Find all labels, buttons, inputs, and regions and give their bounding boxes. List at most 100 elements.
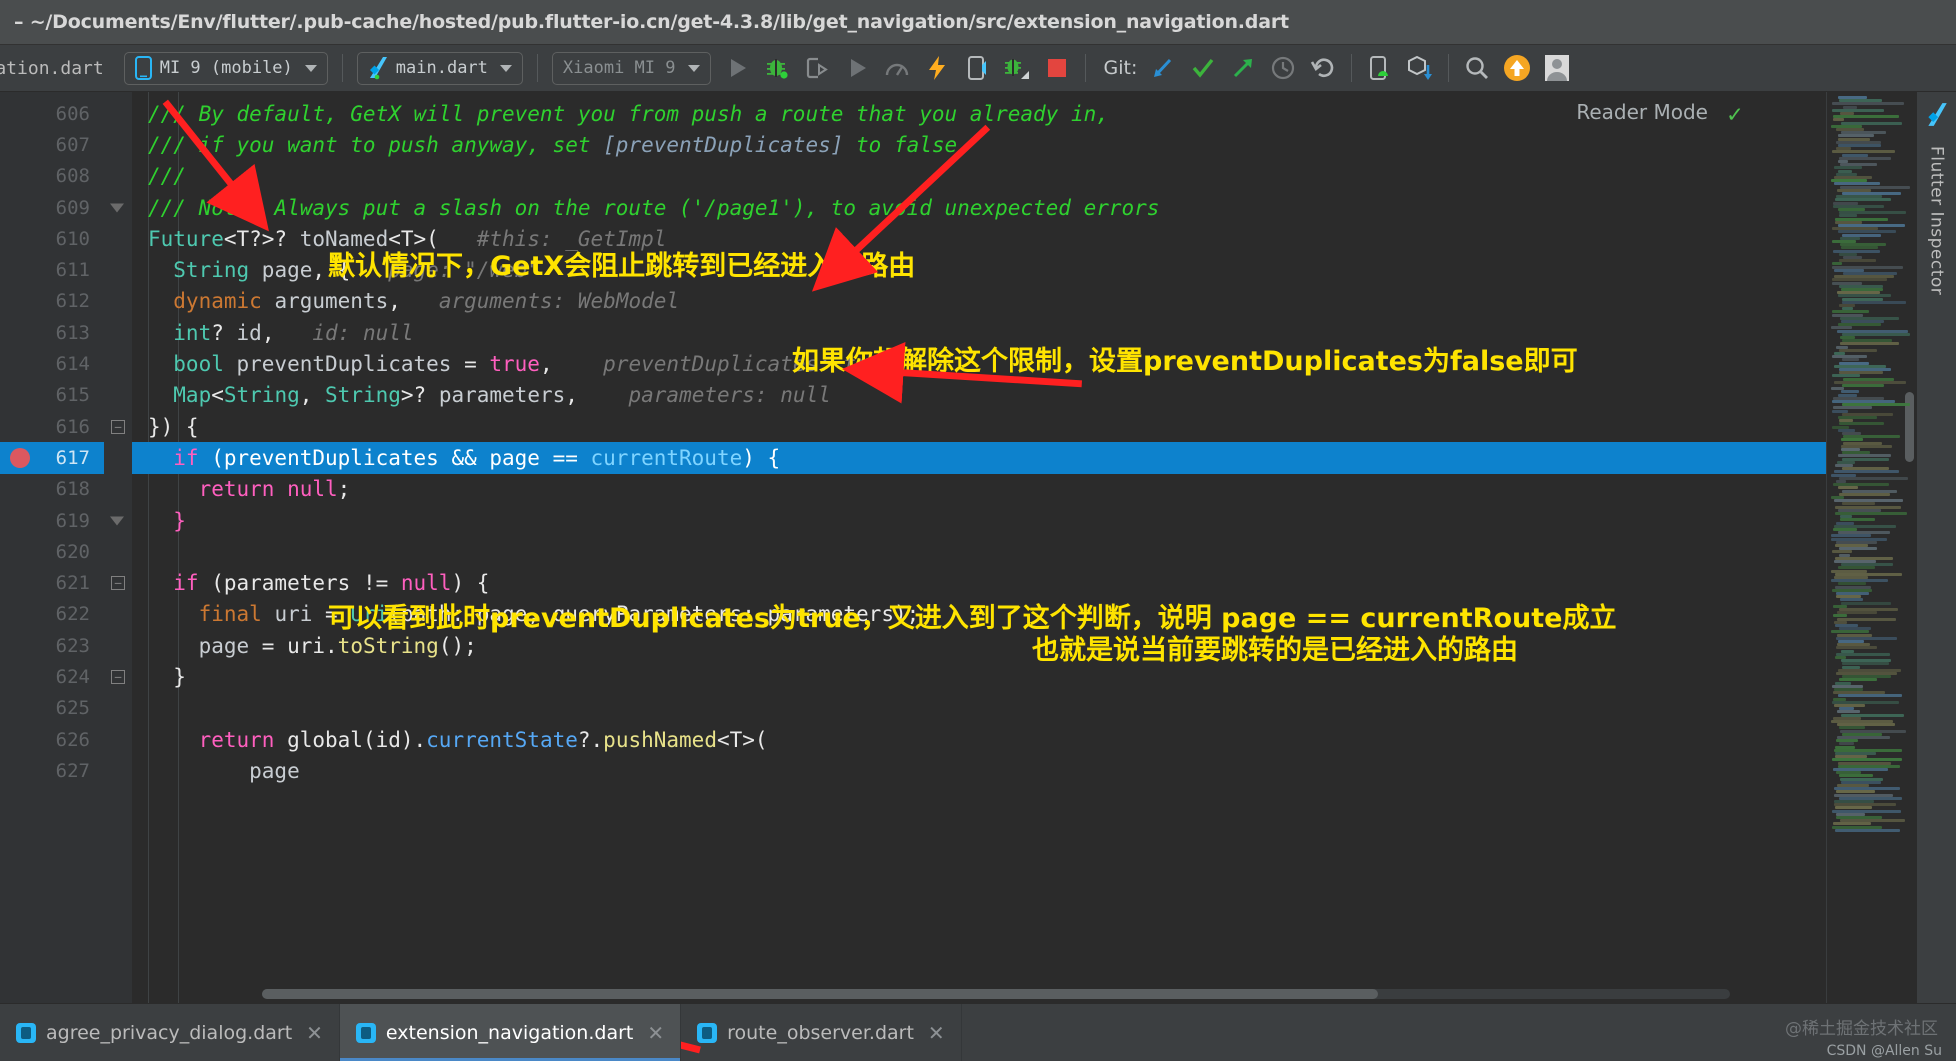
inspections-ok-icon[interactable]: ✓ (1728, 100, 1742, 128)
fold-marker-slot (104, 129, 132, 160)
line-number[interactable]: 608 (0, 161, 104, 192)
open-devtools-icon[interactable] (960, 51, 994, 85)
code-line[interactable]: return global(id).currentState?.pushName… (132, 724, 1826, 755)
code-token: bool (148, 352, 224, 376)
git-update-icon[interactable] (1146, 51, 1180, 85)
line-number[interactable]: 625 (0, 693, 104, 724)
code-line[interactable]: /// if you want to push anyway, set [pre… (132, 129, 1826, 160)
horizontal-scrollbar-thumb[interactable] (262, 989, 1378, 999)
code-line[interactable] (132, 693, 1826, 724)
code-token: ) { (451, 571, 489, 595)
git-revert-icon[interactable] (1306, 51, 1340, 85)
line-number[interactable]: 606 (0, 98, 104, 129)
minimap-row (1842, 358, 1859, 361)
debug-icon[interactable] (760, 51, 794, 85)
minimap-row (1840, 598, 1863, 601)
line-number[interactable]: 622 (0, 599, 104, 630)
code-line[interactable]: Map<String, String>? parameters, paramet… (132, 380, 1826, 411)
line-number[interactable]: 610 (0, 223, 104, 254)
close-icon[interactable]: ✕ (306, 1021, 323, 1045)
git-commit-icon[interactable] (1186, 51, 1220, 85)
tab-agree-privacy-dialog[interactable]: agree_privacy_dialog.dart✕ (0, 1004, 340, 1061)
flutter-inspector-icon[interactable] (1926, 102, 1948, 132)
run-with-coverage-icon[interactable] (800, 51, 834, 85)
performance-gauge-icon[interactable] (880, 51, 914, 85)
line-number[interactable]: 623 (0, 630, 104, 661)
line-number[interactable]: 626 (0, 724, 104, 755)
fold-collapse-icon[interactable]: – (111, 576, 125, 590)
search-everywhere-icon[interactable] (1460, 51, 1494, 85)
git-push-icon[interactable] (1226, 51, 1260, 85)
run-config-selector[interactable]: main.dart (357, 52, 523, 85)
line-number[interactable]: 612 (0, 286, 104, 317)
minimap-row (1834, 182, 1880, 185)
line-number[interactable]: 627 (0, 755, 104, 786)
line-number[interactable]: 611 (0, 254, 104, 285)
sdk-manager-icon[interactable] (1403, 51, 1437, 85)
code-line[interactable]: return null; (132, 474, 1826, 505)
horizontal-scrollbar[interactable] (262, 989, 1730, 999)
code-folding-column[interactable]: – – – (104, 92, 132, 1003)
close-icon[interactable]: ✕ (928, 1021, 945, 1045)
code-line[interactable]: if (parameters != null) { (132, 567, 1826, 598)
code-minimap[interactable] (1826, 92, 1916, 1003)
line-number[interactable]: 617 (0, 442, 104, 473)
code-line[interactable]: /// (132, 161, 1826, 192)
stop-icon[interactable] (1040, 51, 1074, 85)
code-line[interactable]: if (preventDuplicates && page == current… (132, 442, 1826, 473)
fold-region-end-icon[interactable] (110, 203, 124, 212)
line-number[interactable]: 609 (0, 192, 104, 223)
line-number[interactable]: 618 (0, 474, 104, 505)
minimap-row (1842, 662, 1889, 665)
line-number[interactable]: 614 (0, 348, 104, 379)
attach-debugger-icon[interactable] (1000, 51, 1034, 85)
hot-reload-icon[interactable] (920, 51, 954, 85)
line-number[interactable]: 621 (0, 567, 104, 598)
avd-manager-icon[interactable] (1363, 51, 1397, 85)
flutter-inspector-label[interactable]: Flutter Inspector (1927, 146, 1947, 295)
toolbar-divider (1448, 54, 1449, 82)
minimap-row (1833, 614, 1846, 617)
code-token: < (211, 383, 224, 407)
git-history-icon[interactable] (1266, 51, 1300, 85)
minimap-row (1839, 678, 1877, 681)
line-number[interactable]: 619 (0, 505, 104, 536)
line-number[interactable]: 620 (0, 536, 104, 567)
editor-tab-bar[interactable]: @稀土掘金技术社区 CSDN @Allen Su agree_privacy_d… (0, 1003, 1956, 1061)
code-line[interactable]: } (132, 505, 1826, 536)
tab-route-observer[interactable]: route_observer.dart✕ (681, 1004, 962, 1061)
minimap-row (1832, 550, 1852, 553)
minimap-row (1839, 349, 1877, 352)
code-line[interactable]: /// By default, GetX will prevent you fr… (132, 98, 1826, 129)
code-line[interactable]: page (132, 755, 1826, 786)
code-token: arguments (262, 289, 388, 313)
code-editor[interactable]: Reader Mode ✓ /// By default, GetX will … (132, 92, 1826, 1003)
breakpoint-icon[interactable] (10, 448, 30, 468)
line-number[interactable]: 613 (0, 317, 104, 348)
close-icon[interactable]: ✕ (647, 1021, 664, 1045)
tab-extension-navigation[interactable]: extension_navigation.dart✕ (340, 1004, 681, 1061)
fold-region-end-icon[interactable] (110, 516, 124, 525)
line-number[interactable]: 624 (0, 661, 104, 692)
code-line[interactable]: /// Note: Always put a slash on the rout… (132, 192, 1826, 223)
line-number[interactable]: 615 (0, 380, 104, 411)
minimap-row (1840, 518, 1875, 521)
profile-run-icon[interactable] (840, 51, 874, 85)
minimap-row (1835, 198, 1891, 201)
line-number[interactable]: 607 (0, 129, 104, 160)
line-number-gutter[interactable]: 6066076086096106116126136146156166176186… (0, 92, 104, 1003)
line-number[interactable]: 616 (0, 411, 104, 442)
fold-marker-slot (104, 161, 132, 192)
device-selector[interactable]: MI 9 (mobile) (124, 52, 328, 85)
code-line[interactable]: }) { (132, 411, 1826, 442)
target-device-selector[interactable]: Xiaomi MI 9 (552, 52, 711, 85)
code-line[interactable]: dynamic arguments, arguments: WebModel (132, 286, 1826, 317)
fold-collapse-icon[interactable]: – (111, 420, 125, 434)
fold-collapse-icon[interactable]: – (111, 670, 125, 684)
code-line[interactable] (132, 536, 1826, 567)
run-icon[interactable] (720, 51, 754, 85)
code-line[interactable]: } (132, 661, 1826, 692)
code-token: [preventDuplicates] (603, 133, 843, 157)
update-available-icon[interactable] (1500, 51, 1534, 85)
account-avatar-icon[interactable] (1540, 51, 1574, 85)
